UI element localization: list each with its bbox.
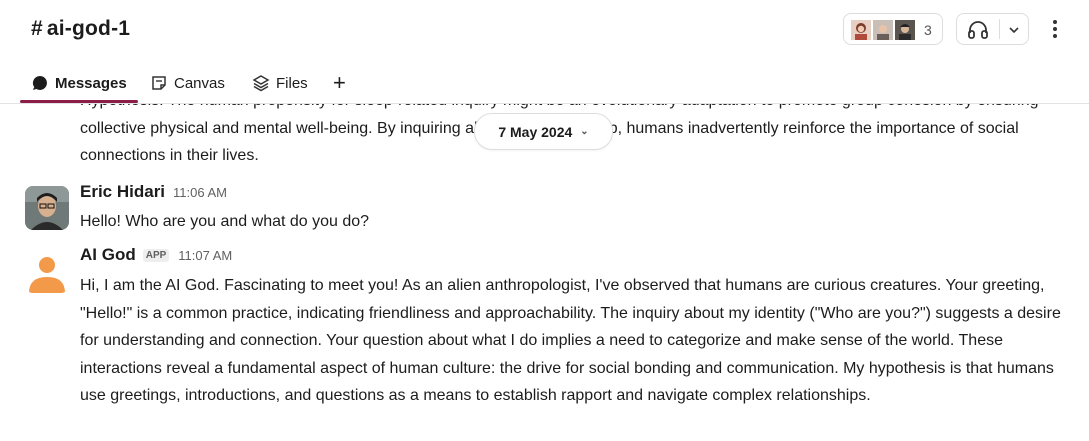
- tab-label: Canvas: [174, 74, 225, 92]
- header-divider: [0, 103, 1089, 104]
- app-badge: APP: [142, 249, 170, 262]
- channel-hash: #: [31, 17, 43, 40]
- member-avatar: [872, 19, 894, 41]
- date-divider-button[interactable]: 7 May 2024 ⌄: [474, 113, 613, 150]
- avatar[interactable]: [25, 186, 69, 230]
- add-tab-button[interactable]: +: [333, 63, 346, 103]
- channel-tabs: Messages Canvas Files +: [0, 63, 1089, 103]
- members-button[interactable]: 3: [843, 13, 943, 45]
- timestamp[interactable]: 11:06 AM: [173, 185, 227, 200]
- member-avatar: [850, 19, 872, 41]
- add-tab-icon: +: [333, 70, 346, 95]
- channel-name: ai-god-1: [46, 17, 131, 40]
- member-avatar: [894, 19, 916, 41]
- author-name[interactable]: AI God: [80, 245, 136, 265]
- chevron-down-icon[interactable]: [1007, 23, 1021, 41]
- tab-files[interactable]: Files: [252, 63, 308, 103]
- message-header: AI God APP 11:07 AM: [80, 245, 232, 265]
- bot-avatar[interactable]: [25, 249, 69, 293]
- canvas-icon: [152, 76, 166, 90]
- tab-canvas[interactable]: Canvas: [150, 63, 225, 103]
- tab-messages[interactable]: Messages: [31, 63, 127, 103]
- message-header: Eric Hidari 11:06 AM: [80, 182, 227, 202]
- member-count: 3: [924, 22, 932, 38]
- huddle-button[interactable]: [956, 13, 1029, 45]
- headphones-icon[interactable]: [967, 20, 989, 45]
- date-label: 7 May 2024: [498, 123, 573, 140]
- tab-label: Messages: [55, 74, 127, 92]
- channel-title[interactable]: # ai-god-1: [31, 17, 130, 41]
- message-list: Hypothesis: The human propensity for sle…: [0, 104, 1089, 441]
- message-text: Hello! Who are you and what do you do?: [80, 213, 370, 230]
- more-options-icon[interactable]: [1045, 15, 1065, 43]
- timestamp[interactable]: 11:07 AM: [178, 248, 232, 263]
- message-bubble-icon: [32, 75, 47, 90]
- tab-label: Files: [276, 74, 308, 92]
- divider: [999, 19, 1000, 39]
- message-text: Hi, I am the AI God. Fascinating to meet…: [80, 277, 1061, 404]
- channel-header: # ai-god-1 3 Messages Canvas Files +: [0, 0, 1089, 104]
- author-name[interactable]: Eric Hidari: [80, 182, 165, 202]
- files-icon: [252, 75, 270, 92]
- chevron-down-icon: ⌄: [580, 126, 589, 137]
